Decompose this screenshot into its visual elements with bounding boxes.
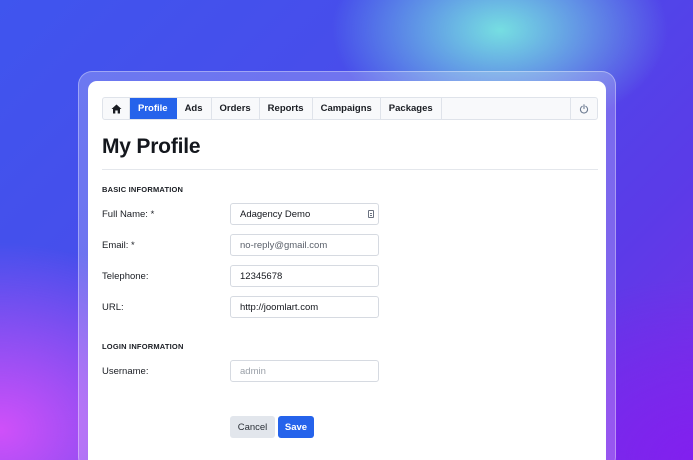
- username-label: Username:: [102, 366, 149, 377]
- tab-profile[interactable]: Profile: [130, 98, 177, 119]
- logout-button[interactable]: [570, 98, 597, 119]
- username-input[interactable]: [230, 360, 379, 382]
- profile-card: Profile Ads Orders Reports Campaigns Pac…: [88, 81, 606, 460]
- full-name-input[interactable]: [230, 203, 379, 225]
- basic-info-heading: BASIC INFORMATION: [102, 185, 184, 194]
- url-label: URL:: [102, 302, 124, 313]
- tab-packages[interactable]: Packages: [381, 98, 442, 119]
- power-icon: [579, 103, 589, 114]
- telephone-label: Telephone:: [102, 271, 149, 282]
- email-field[interactable]: [230, 234, 379, 256]
- top-navbar: Profile Ads Orders Reports Campaigns Pac…: [102, 97, 598, 120]
- contact-card-icon[interactable]: [368, 210, 374, 218]
- tab-reports[interactable]: Reports: [260, 98, 313, 119]
- email-label: Email: *: [102, 240, 135, 251]
- page-title: My Profile: [102, 135, 201, 158]
- full-name-label: Full Name: *: [102, 209, 155, 220]
- tab-orders[interactable]: Orders: [212, 98, 260, 119]
- url-input[interactable]: [230, 296, 379, 318]
- save-button[interactable]: Save: [278, 416, 314, 438]
- nav-home[interactable]: [103, 98, 130, 119]
- cancel-button[interactable]: Cancel: [230, 416, 275, 438]
- login-info-heading: LOGIN INFORMATION: [102, 342, 184, 351]
- telephone-input[interactable]: [230, 265, 379, 287]
- tab-ads[interactable]: Ads: [177, 98, 212, 119]
- tab-campaigns[interactable]: Campaigns: [313, 98, 381, 119]
- home-icon: [111, 104, 121, 113]
- title-divider: [102, 169, 598, 170]
